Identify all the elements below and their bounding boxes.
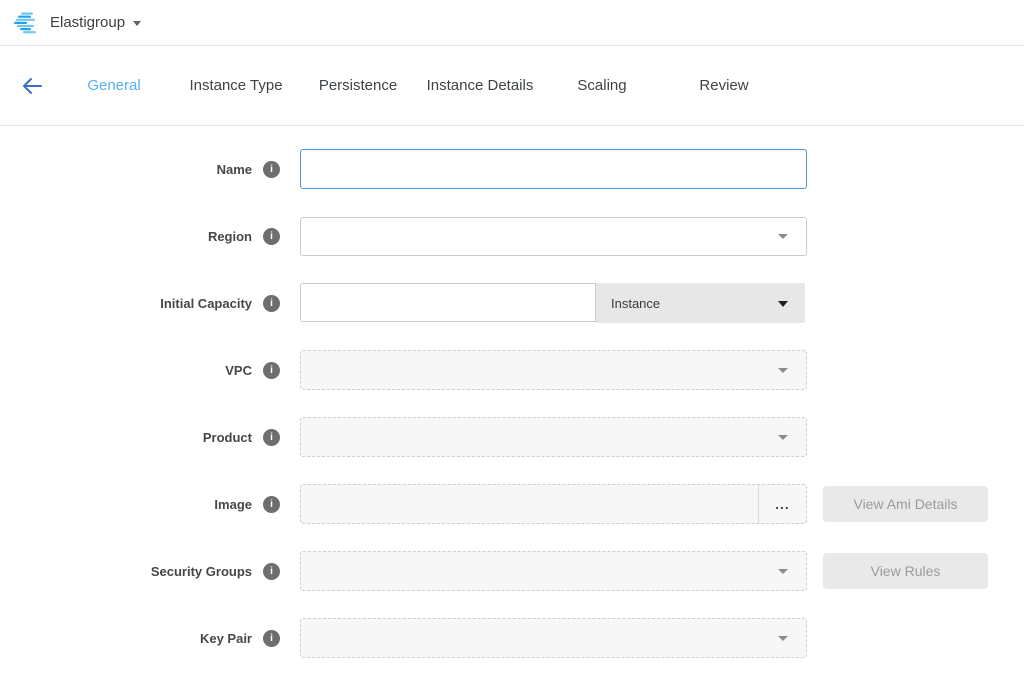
key-pair-select: [300, 618, 807, 658]
form-row-product: Product i: [0, 417, 1024, 457]
arrow-left-icon: [21, 76, 43, 96]
info-icon[interactable]: i: [263, 362, 280, 379]
chevron-down-icon: [778, 234, 788, 239]
chevron-down-icon: [778, 569, 788, 574]
chevron-down-icon: [778, 368, 788, 373]
form-row-vpc: VPC i: [0, 350, 1024, 390]
chevron-down-icon: [778, 636, 788, 641]
capacity-unit-value: Instance: [611, 296, 660, 311]
elastigroup-logo-icon: [14, 12, 40, 34]
tab-instance-type[interactable]: Instance Type: [175, 71, 297, 100]
security-groups-select: [300, 551, 807, 591]
product-label: Product: [203, 430, 252, 445]
name-input[interactable]: [300, 149, 807, 189]
back-button[interactable]: [16, 70, 48, 102]
info-icon[interactable]: i: [263, 228, 280, 245]
image-input: ...: [300, 484, 807, 524]
form-row-name: Name i: [0, 149, 1024, 189]
tab-general[interactable]: General: [53, 71, 175, 100]
vpc-select: [300, 350, 807, 390]
form-row-key-pair: Key Pair i: [0, 618, 1024, 658]
tab-instance-details[interactable]: Instance Details: [419, 71, 541, 100]
initial-capacity-label: Initial Capacity: [160, 296, 252, 311]
capacity-unit-select[interactable]: Instance: [596, 283, 805, 323]
info-icon[interactable]: i: [263, 496, 280, 513]
app-switcher[interactable]: Elastigroup: [50, 14, 141, 31]
tab-persistence[interactable]: Persistence: [297, 71, 419, 100]
region-label: Region: [208, 229, 252, 244]
view-rules-button[interactable]: View Rules: [823, 553, 988, 589]
image-browse-button[interactable]: ...: [758, 485, 806, 523]
name-label: Name: [217, 162, 252, 177]
chevron-down-icon: [133, 21, 141, 26]
app-header: Elastigroup: [0, 0, 1024, 46]
info-icon[interactable]: i: [263, 630, 280, 647]
form-row-image: Image i ... View Ami Details: [0, 484, 1024, 524]
info-icon[interactable]: i: [263, 563, 280, 580]
form-row-initial-capacity: Initial Capacity i Instance: [0, 283, 1024, 323]
info-icon[interactable]: i: [263, 429, 280, 446]
info-icon[interactable]: i: [263, 161, 280, 178]
info-icon[interactable]: i: [263, 295, 280, 312]
region-select[interactable]: [300, 217, 807, 256]
chevron-down-icon: [778, 301, 788, 307]
form-row-region: Region i: [0, 216, 1024, 256]
wizard-tabbar: General Instance Type Persistence Instan…: [0, 46, 1024, 126]
tab-scaling[interactable]: Scaling: [541, 71, 663, 100]
general-settings-form: Name i Region i Initial Capacity i: [0, 126, 1024, 658]
initial-capacity-input[interactable]: [300, 283, 596, 322]
key-pair-label: Key Pair: [200, 631, 252, 646]
image-label: Image: [214, 497, 252, 512]
wizard-tabs: General Instance Type Persistence Instan…: [53, 71, 785, 100]
image-value: [301, 485, 758, 523]
vpc-label: VPC: [225, 363, 252, 378]
app-title: Elastigroup: [50, 14, 125, 31]
product-select: [300, 417, 807, 457]
form-row-security-groups: Security Groups i View Rules: [0, 551, 1024, 591]
chevron-down-icon: [778, 435, 788, 440]
tab-review[interactable]: Review: [663, 71, 785, 100]
view-ami-details-button[interactable]: View Ami Details: [823, 486, 988, 522]
security-groups-label: Security Groups: [151, 564, 252, 579]
